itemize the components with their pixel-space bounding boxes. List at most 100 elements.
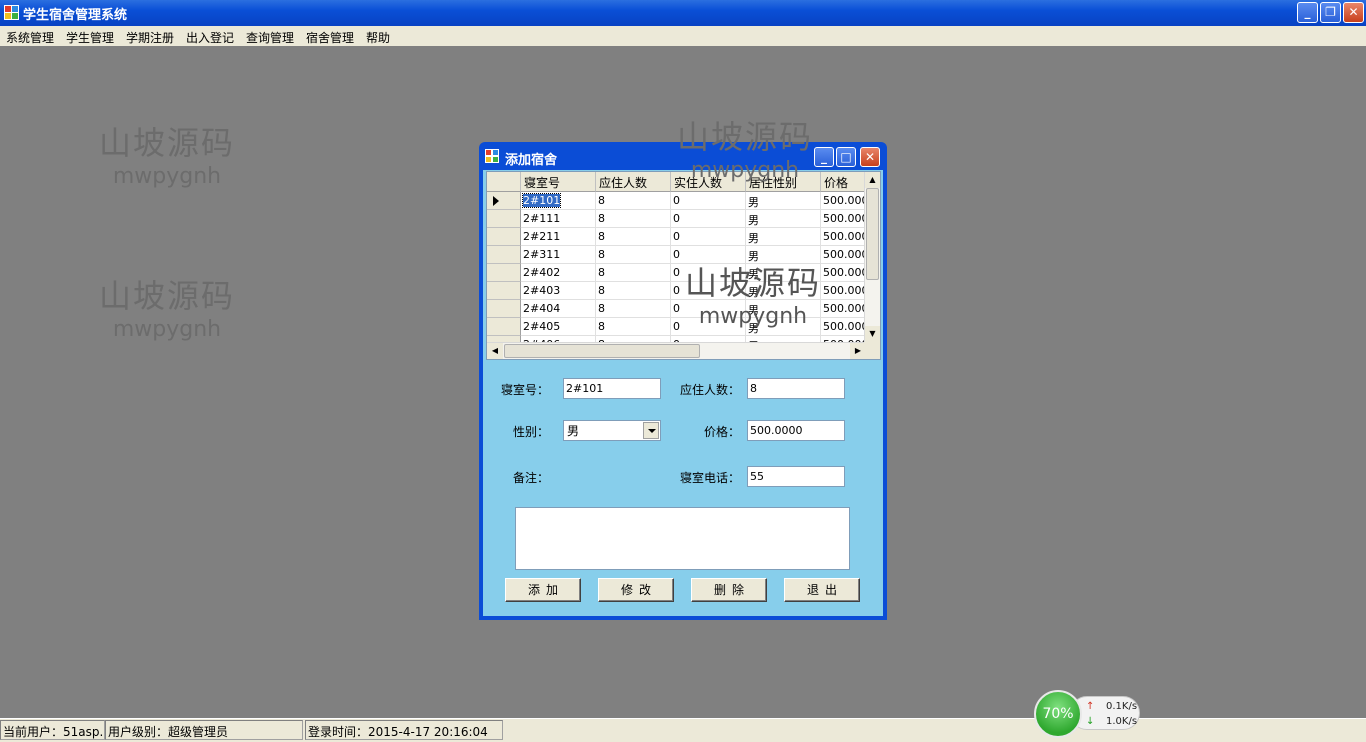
phone-label: 寝室电话： [680, 471, 741, 485]
dialog-body: 寝室号 应住人数 实住人数 居住性别 价格 2#101 8 0 男 500.000 2#1… [483, 170, 883, 616]
row-header[interactable] [487, 318, 521, 336]
cell-price[interactable]: 500.000 [821, 192, 867, 210]
cell-room[interactable]: 2#101 [521, 192, 596, 210]
cell-capacity[interactable]: 8 [596, 264, 671, 282]
cell-capacity[interactable]: 8 [596, 318, 671, 336]
cell-capacity[interactable]: 8 [596, 228, 671, 246]
cell-room[interactable]: 2#111 [521, 210, 596, 228]
cell-occupied[interactable]: 0 [671, 192, 746, 210]
scroll-up-icon[interactable]: ▲ [865, 172, 880, 188]
add-dorm-dialog: 添加宿舍 _ □ ✕ 寝室号 应住人数 实住人数 居住性别 价格 2#101 8 0… [479, 142, 887, 620]
scroll-down-icon[interactable]: ▼ [865, 326, 880, 342]
menu-system[interactable]: 系统管理 [6, 29, 54, 46]
cell-occupied[interactable]: 0 [671, 228, 746, 246]
cell-capacity[interactable]: 8 [596, 246, 671, 264]
cell-occupied[interactable]: 0 [671, 210, 746, 228]
grid-corner-header [487, 172, 521, 192]
cell-capacity[interactable]: 8 [596, 192, 671, 210]
upload-rate: 0.1K/s [1106, 701, 1138, 712]
minimize-button[interactable]: _ [1297, 2, 1318, 23]
price-input[interactable] [747, 420, 845, 441]
exit-button[interactable]: 退出 [784, 578, 860, 602]
add-button[interactable]: 添加 [505, 578, 581, 602]
cell-gender[interactable]: 男 [746, 228, 821, 246]
menu-entry-exit[interactable]: 出入登记 [186, 29, 234, 46]
gender-label: 性别： [513, 425, 550, 439]
restore-button[interactable]: ❐ [1320, 2, 1341, 23]
menu-dorm[interactable]: 宿舍管理 [306, 29, 354, 46]
phone-input[interactable] [747, 466, 845, 487]
memory-usage-gauge[interactable]: 70% [1034, 690, 1082, 738]
capacity-input[interactable] [747, 378, 845, 399]
download-arrow-icon: ↓ [1086, 716, 1095, 727]
cell-price[interactable]: 500.000 [821, 282, 867, 300]
row-header[interactable] [487, 282, 521, 300]
cell-price[interactable]: 500.000 [821, 246, 867, 264]
window-title: 学生宿舍管理系统 [23, 8, 128, 23]
watermark: 山坡源码 mwpygnh [676, 118, 813, 183]
menu-student[interactable]: 学生管理 [66, 29, 114, 46]
edit-button[interactable]: 修改 [598, 578, 674, 602]
menu-query[interactable]: 查询管理 [246, 29, 294, 46]
scroll-thumb[interactable] [866, 188, 879, 280]
watermark: 山坡源码 mwpygnh [684, 264, 821, 329]
cell-price[interactable]: 500.000 [821, 210, 867, 228]
room-input[interactable] [563, 378, 661, 399]
col-header-capacity[interactable]: 应住人数 [596, 172, 671, 192]
row-header[interactable] [487, 228, 521, 246]
capacity-label: 应住人数： [680, 383, 741, 397]
col-header-price[interactable]: 价格 [821, 172, 867, 192]
menu-term-register[interactable]: 学期注册 [126, 29, 174, 46]
watermark: 山坡源码 mwpygnh [98, 124, 235, 189]
cell-room[interactable]: 2#403 [521, 282, 596, 300]
main-title-bar: 学生宿舍管理系统 _ ❐ ✕ [0, 0, 1366, 26]
grid-horizontal-scrollbar[interactable]: ◀ ▶ [487, 342, 866, 359]
app-icon [4, 5, 19, 20]
cell-room[interactable]: 2#402 [521, 264, 596, 282]
cell-room[interactable]: 2#211 [521, 228, 596, 246]
table-row[interactable]: 2#101 8 0 男 500.000 [487, 192, 867, 210]
menu-bar: 系统管理 学生管理 学期注册 出入登记 查询管理 宿舍管理 帮助 [0, 26, 1366, 46]
table-row[interactable]: 2#111 8 0 男 500.000 [487, 210, 867, 228]
delete-button[interactable]: 删除 [691, 578, 767, 602]
cell-room[interactable]: 2#404 [521, 300, 596, 318]
gender-select[interactable]: 男 [563, 420, 661, 441]
cell-gender[interactable]: 男 [746, 210, 821, 228]
note-textarea[interactable] [515, 507, 850, 570]
dialog-maximize-button[interactable]: □ [836, 147, 856, 167]
download-rate: 1.0K/s [1106, 716, 1138, 727]
status-login-time: 登录时间：2015-4-17 20:16:04 [305, 720, 503, 740]
row-header[interactable] [487, 264, 521, 282]
network-monitor-widget[interactable]: ↑ 0.1K/s ↓ 1.0K/s 70% [1034, 690, 1142, 738]
room-label: 寝室号： [501, 383, 550, 397]
row-header[interactable] [487, 246, 521, 264]
cell-price[interactable]: 500.000 [821, 318, 867, 336]
cell-room[interactable]: 2#311 [521, 246, 596, 264]
col-header-room[interactable]: 寝室号 [521, 172, 596, 192]
dialog-title: 添加宿舍 [505, 153, 558, 168]
cell-capacity[interactable]: 8 [596, 282, 671, 300]
status-bar: 当前用户：51asp.n 用户级别：超级管理员 登录时间：2015-4-17 2… [0, 718, 1366, 742]
cell-price[interactable]: 500.000 [821, 300, 867, 318]
gender-select-value: 男 [567, 424, 580, 438]
status-current-user: 当前用户：51asp.n [0, 720, 105, 740]
table-row[interactable]: 2#211 8 0 男 500.000 [487, 228, 867, 246]
close-button[interactable]: ✕ [1343, 2, 1364, 23]
cell-price[interactable]: 500.000 [821, 264, 867, 282]
menu-help[interactable]: 帮助 [366, 29, 390, 46]
scroll-left-icon[interactable]: ◀ [487, 343, 503, 359]
note-label: 备注： [513, 471, 550, 485]
row-header[interactable] [487, 210, 521, 228]
cell-capacity[interactable]: 8 [596, 210, 671, 228]
row-header[interactable] [487, 300, 521, 318]
scroll-thumb[interactable] [504, 344, 700, 358]
status-user-level: 用户级别：超级管理员 [105, 720, 303, 740]
dialog-close-button[interactable]: ✕ [860, 147, 880, 167]
cell-price[interactable]: 500.000 [821, 228, 867, 246]
row-header[interactable] [487, 192, 521, 210]
cell-gender[interactable]: 男 [746, 192, 821, 210]
chevron-down-icon[interactable] [643, 422, 659, 439]
cell-room[interactable]: 2#405 [521, 318, 596, 336]
grid-vertical-scrollbar[interactable]: ▲ ▼ [864, 172, 880, 342]
cell-capacity[interactable]: 8 [596, 300, 671, 318]
